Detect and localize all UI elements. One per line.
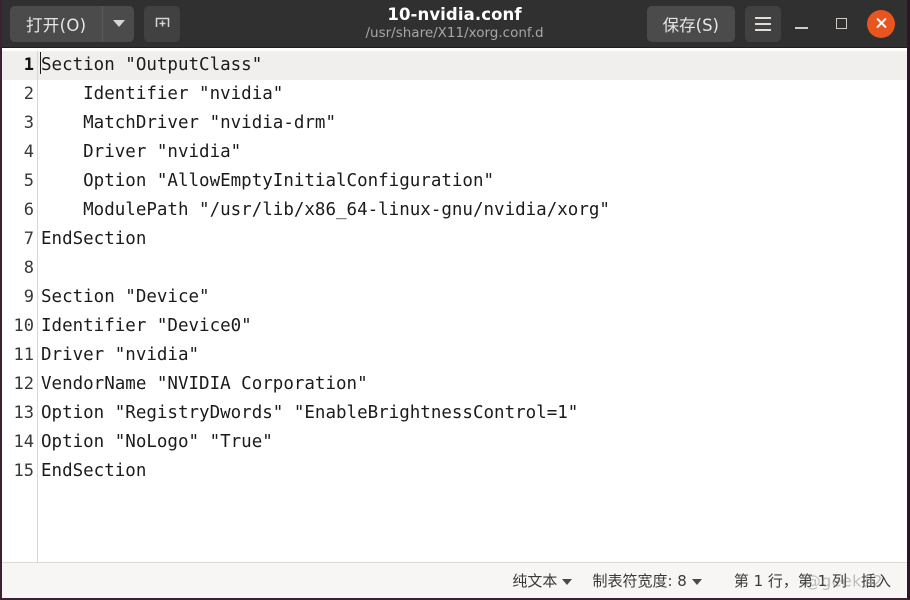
- open-button-group: 打开(O): [10, 5, 135, 42]
- language-selector[interactable]: 纯文本: [502, 570, 582, 591]
- line-number: 2: [23, 84, 34, 104]
- line-number: 5: [23, 171, 34, 191]
- line-number-gutter: 1 2 3 4 5 6 7 8 9 10 11 12 13 14 15: [2, 48, 37, 562]
- minimize-icon: [794, 27, 808, 29]
- code-line[interactable]: ModulePath "/usr/lib/x86_64-linux-gnu/nv…: [38, 196, 907, 225]
- language-label: 纯文本: [512, 572, 558, 590]
- code-line[interactable]: Section "OutputClass": [38, 51, 907, 80]
- cursor-position-label: 第 1 行，第 1 列: [733, 572, 847, 590]
- new-document-icon: [155, 17, 170, 27]
- titlebar-right-controls: 保存(S): [646, 2, 901, 46]
- insert-mode-label: 插入: [860, 572, 891, 590]
- code-line[interactable]: Option "RegistryDwords" "EnableBrightnes…: [38, 399, 907, 428]
- maximize-button[interactable]: [821, 2, 861, 46]
- chevron-down-icon: [112, 20, 125, 27]
- page-title: 10-nvidia.conf: [387, 5, 522, 24]
- code-line[interactable]: Option "NoLogo" "True": [38, 428, 907, 457]
- save-button[interactable]: 保存(S): [646, 5, 735, 42]
- line-number: 7: [23, 229, 34, 249]
- code-line[interactable]: Driver "nvidia": [38, 138, 907, 167]
- maximize-icon: [835, 18, 847, 29]
- open-button[interactable]: 打开(O): [10, 5, 103, 42]
- line-number: 15: [13, 461, 34, 481]
- code-line[interactable]: Identifier "Device0": [38, 312, 907, 341]
- code-line[interactable]: Option "AllowEmptyInitialConfiguration": [38, 167, 907, 196]
- code-line[interactable]: Driver "nvidia": [38, 341, 907, 370]
- titlebar-left-controls: 打开(O): [10, 5, 181, 42]
- tab-width-label: 制表符宽度: 8: [592, 572, 687, 590]
- status-bar: 纯文本 制表符宽度: 8 第 1 行，第 1 列 插入 @geek12: [2, 562, 907, 598]
- close-button[interactable]: [861, 2, 901, 46]
- code-line[interactable]: [38, 254, 907, 283]
- line-number: 10: [13, 316, 34, 336]
- line-number: 14: [13, 432, 34, 452]
- line-number: 11: [13, 345, 34, 365]
- chevron-down-icon: [691, 578, 702, 585]
- text-cursor: [40, 52, 41, 74]
- code-text-area[interactable]: Section "OutputClass" Identifier "nvidia…: [38, 48, 907, 562]
- editor-area[interactable]: 1 2 3 4 5 6 7 8 9 10 11 12 13 14 15 Section "OutputCla…: [2, 48, 907, 562]
- open-dropdown-button[interactable]: [102, 5, 135, 42]
- code-line[interactable]: MatchDriver "nvidia-drm": [38, 109, 907, 138]
- code-line[interactable]: Section "Device": [38, 283, 907, 312]
- line-number: 8: [23, 258, 34, 278]
- hamburger-menu-icon-bar: [755, 22, 771, 25]
- file-path-subtitle: /usr/share/X11/xorg.conf.d: [365, 25, 544, 41]
- hamburger-menu-icon: [755, 16, 771, 19]
- line-number: 9: [23, 287, 34, 307]
- new-document-button[interactable]: [144, 5, 181, 42]
- minimize-button[interactable]: [781, 2, 821, 46]
- code-line[interactable]: EndSection: [38, 225, 907, 254]
- hamburger-menu-icon-bar: [755, 28, 771, 31]
- chevron-down-icon: [562, 578, 573, 585]
- hamburger-menu-button[interactable]: [745, 5, 781, 42]
- text-editor-window: 打开(O) 10-nvidia.conf /usr/share/X11/xorg…: [0, 0, 910, 600]
- code-line[interactable]: Identifier "nvidia": [38, 80, 907, 109]
- line-number: 1: [2, 51, 37, 80]
- line-number: 13: [13, 403, 34, 423]
- line-number: 4: [23, 142, 34, 162]
- line-number: 12: [13, 374, 34, 394]
- line-number: 6: [23, 200, 34, 220]
- code-line[interactable]: VendorName "NVIDIA Corporation": [38, 370, 907, 399]
- code-line[interactable]: EndSection: [38, 457, 907, 486]
- close-icon: [867, 9, 895, 38]
- line-number: 3: [23, 113, 34, 133]
- tab-width-selector[interactable]: 制表符宽度: 8: [582, 570, 711, 591]
- titlebar: 打开(O) 10-nvidia.conf /usr/share/X11/xorg…: [2, 0, 907, 48]
